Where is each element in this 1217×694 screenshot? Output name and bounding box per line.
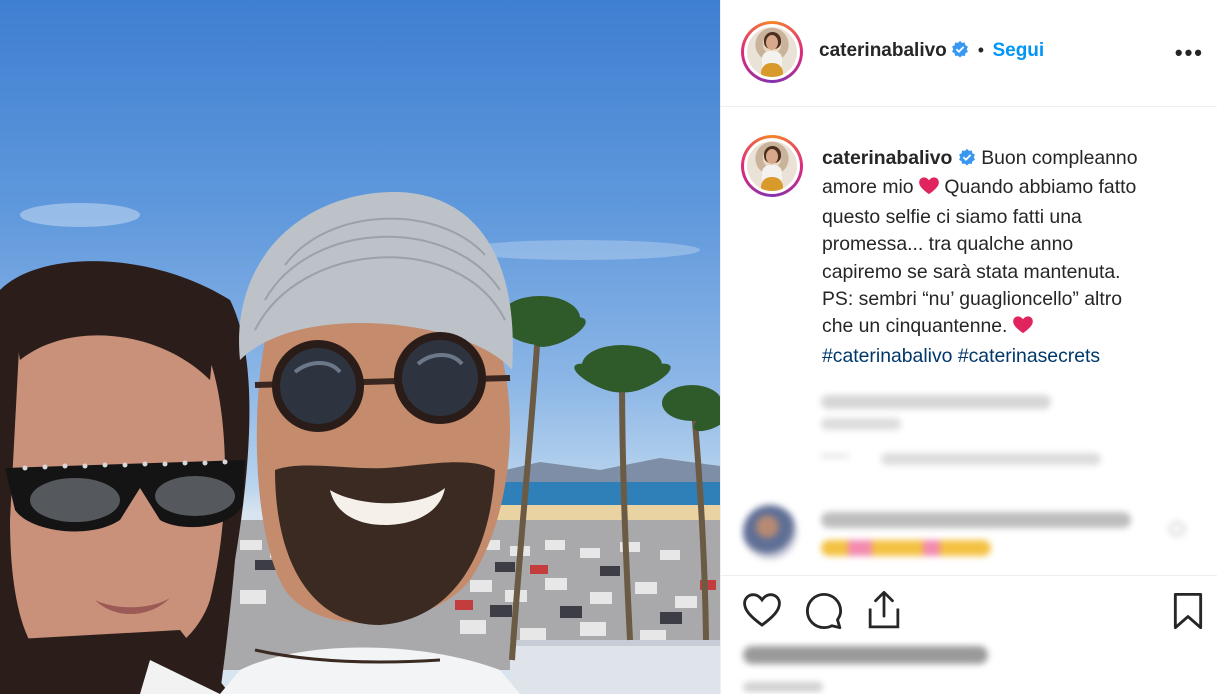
author-username[interactable]: caterinabalivo [819,40,947,61]
post-photo[interactable] [0,0,720,694]
blurred-like-icon [1169,522,1185,536]
selfie-image [0,191,720,694]
post-actions [721,575,1217,694]
caption-line-1: caterinabalivo Buon compleanno [822,145,1192,174]
post-header: caterinabalivo • Segui ••• [721,0,1217,107]
blurred-likes-count[interactable] [743,646,988,664]
caption-text: Quando abbiamo fatto [944,176,1137,199]
hashtag-link[interactable]: #caterinasecrets [958,345,1100,367]
caption-line-8: che un cinquantenne. [822,313,1192,342]
blurred-divider [821,455,849,457]
bookmark-icon[interactable] [1171,592,1205,635]
caption-text: capiremo se sarà stata mantenuta. [822,260,1121,283]
post-sidebar: caterinabalivo • Segui ••• caterinabaliv… [720,0,1217,694]
heart-emoji-icon [919,176,939,203]
header-line: caterinabalivo • Segui [819,40,1044,63]
caption-text: amore mio [822,176,914,199]
hashtag-link[interactable]: #caterinabalivo [822,345,952,367]
like-icon[interactable] [743,592,781,633]
blurred-timestamp [743,682,823,692]
caption-text: Buon compleanno [981,147,1138,169]
caption-hashtags: #caterinabalivo #caterinasecrets [822,343,1192,370]
heart-emoji-icon [1013,315,1033,342]
share-icon[interactable] [865,590,903,635]
caption-text: PS: sembri “nu’ guaglioncello” altro [822,288,1122,311]
blurred-view-replies [881,453,1101,465]
blurred-commenter-avatar [743,505,797,559]
caption-text: che un cinquantenne. [822,315,1008,338]
separator-dot: • [977,40,984,60]
verified-badge-icon [958,147,976,174]
caption-text: promessa... tra qualche anno [822,233,1074,256]
author-avatar[interactable] [741,21,803,83]
blurred-comment-text [821,512,1131,528]
follow-button[interactable]: Segui [992,40,1044,61]
comment-icon[interactable] [805,592,843,635]
blurred-comment-meta [821,395,1051,409]
caption-username[interactable]: caterinabalivo [822,147,952,169]
blurred-reply-link [821,418,901,430]
verified-badge-icon [951,40,969,63]
caption-avatar[interactable] [741,135,803,197]
caption-line-2: amore mio Quando abbiamo fatto [822,174,1192,203]
caption-text: questo selfie ci siamo fatti una [822,205,1082,228]
blurred-emoji-row [821,540,991,556]
post-caption: caterinabalivo Buon compleanno amore mio… [822,145,1192,370]
more-options-icon[interactable]: ••• [1175,40,1204,66]
